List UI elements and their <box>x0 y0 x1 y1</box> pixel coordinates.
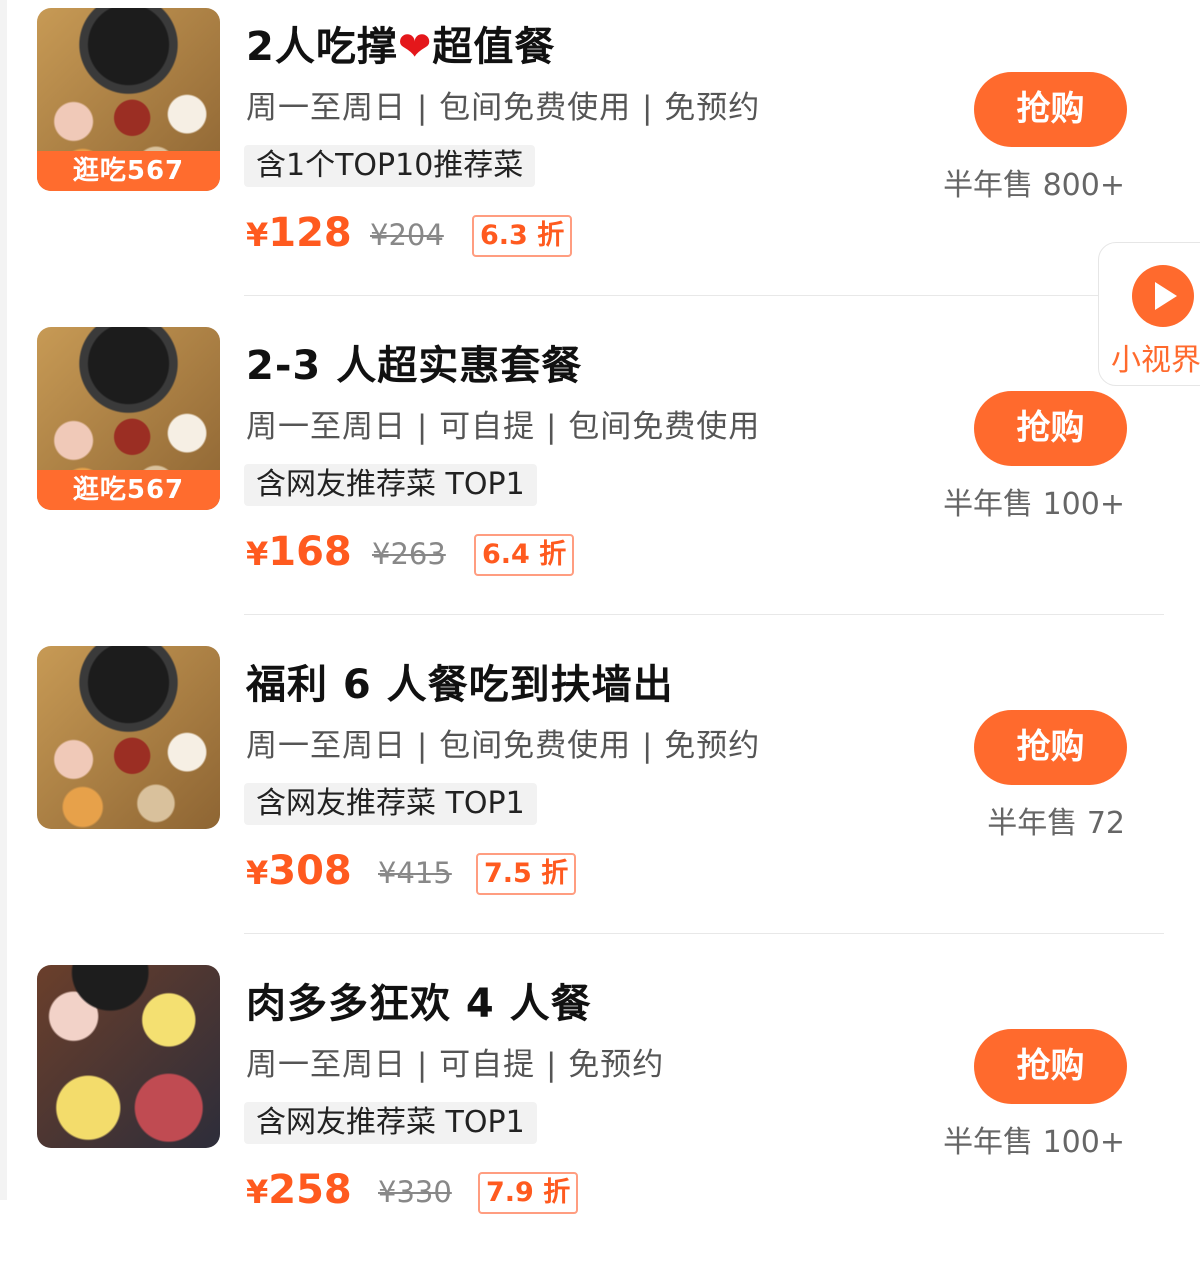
thumbnail-badge: 逛吃567 <box>37 151 220 191</box>
buy-button[interactable]: 抢购 <box>974 710 1127 785</box>
buy-button[interactable]: 抢购 <box>974 72 1127 147</box>
deal-title: 福利 6 人餐吃到扶墙出 <box>246 662 674 708</box>
thumbnail-badge: 逛吃567 <box>37 470 220 510</box>
buy-button[interactable]: 抢购 <box>974 391 1127 466</box>
original-price: ¥415 <box>378 856 452 890</box>
recommend-tag: 含网友推荐菜 TOP1 <box>244 464 537 506</box>
deal-thumbnail[interactable] <box>37 965 220 1148</box>
deal-item[interactable]: 逛吃567 2人吃撑❤超值餐 周一至周日 | 包间免费使用 | 免预约 含1个T… <box>0 0 1200 318</box>
deal-details: 周一至周日 | 可自提 | 免预约 <box>246 1047 665 1083</box>
currency-symbol: ¥ <box>246 535 269 573</box>
deal-thumbnail[interactable] <box>37 646 220 829</box>
deal-title: 2-3 人超实惠套餐 <box>246 343 583 389</box>
currency-symbol: ¥ <box>246 216 269 254</box>
price-value: 168 <box>268 529 352 575</box>
divider <box>244 295 1164 296</box>
divider <box>244 614 1164 615</box>
recommend-tag: 含网友推荐菜 TOP1 <box>244 1102 537 1144</box>
discount-badge: 7.9 折 <box>478 1172 579 1214</box>
deal-title-part: 超值餐 <box>432 24 556 70</box>
deal-title-part: 2人吃撑 <box>246 24 398 70</box>
deal-title: 肉多多狂欢 4 人餐 <box>246 981 592 1027</box>
sales-count: 半年售 100+ <box>943 1125 1125 1160</box>
original-price: ¥204 <box>370 218 444 252</box>
buy-button[interactable]: 抢购 <box>974 1029 1127 1104</box>
deal-price: ¥258 <box>246 1167 352 1213</box>
deal-item[interactable]: 逛吃567 2-3 人超实惠套餐 周一至周日 | 可自提 | 包间免费使用 含网… <box>0 319 1200 637</box>
price-value: 128 <box>268 210 352 256</box>
discount-badge: 7.5 折 <box>476 853 577 895</box>
deal-details: 周一至周日 | 可自提 | 包间免费使用 <box>246 409 761 445</box>
original-price: ¥263 <box>372 537 446 571</box>
sales-count: 半年售 100+ <box>943 487 1125 522</box>
video-side-tab[interactable]: 小视界 <box>1098 242 1200 386</box>
currency-symbol: ¥ <box>246 854 269 892</box>
price-value: 258 <box>268 1167 352 1213</box>
sales-count: 半年售 72 <box>987 806 1125 841</box>
video-tab-label: 小视界 <box>1111 343 1200 378</box>
currency-symbol: ¥ <box>246 1173 269 1211</box>
deal-details: 周一至周日 | 包间免费使用 | 免预约 <box>246 728 761 764</box>
recommend-tag: 含1个TOP10推荐菜 <box>244 145 536 187</box>
original-price: ¥330 <box>378 1175 452 1209</box>
discount-badge: 6.4 折 <box>474 534 575 576</box>
deal-price: ¥308 <box>246 848 352 894</box>
deal-item[interactable]: 肉多多狂欢 4 人餐 周一至周日 | 可自提 | 免预约 含网友推荐菜 TOP1… <box>0 957 1200 1275</box>
price-value: 308 <box>268 848 352 894</box>
deal-title: 2人吃撑❤超值餐 <box>246 14 555 72</box>
discount-badge: 6.3 折 <box>472 215 573 257</box>
deal-price: ¥128 <box>246 210 352 256</box>
divider <box>244 933 1164 934</box>
heart-icon: ❤ <box>397 24 433 70</box>
sales-count: 半年售 800+ <box>943 168 1125 203</box>
play-icon <box>1132 265 1194 327</box>
deal-price: ¥168 <box>246 529 352 575</box>
deal-item[interactable]: 福利 6 人餐吃到扶墙出 周一至周日 | 包间免费使用 | 免预约 含网友推荐菜… <box>0 638 1200 956</box>
recommend-tag: 含网友推荐菜 TOP1 <box>244 783 537 825</box>
deal-details: 周一至周日 | 包间免费使用 | 免预约 <box>246 90 761 126</box>
deal-thumbnail[interactable]: 逛吃567 <box>37 8 220 191</box>
deal-thumbnail[interactable]: 逛吃567 <box>37 327 220 510</box>
play-triangle <box>1155 282 1177 310</box>
